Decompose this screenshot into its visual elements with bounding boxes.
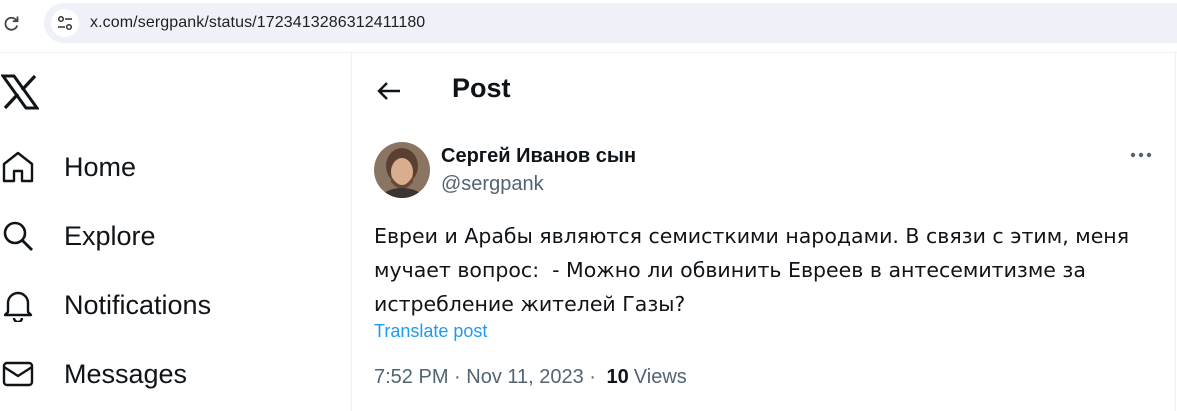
post-timestamp[interactable]: 7:52 PM · Nov 11, 2023 · xyxy=(374,366,602,389)
sidebar-item-notifications[interactable]: Notifications xyxy=(0,280,211,330)
sidebar-item-label: Messages xyxy=(64,358,188,389)
reload-icon[interactable] xyxy=(2,12,22,34)
sidebar-item-explore[interactable]: Explore xyxy=(0,211,156,261)
post-metadata: 7:52 PM · Nov 11, 2023 · 10 Views xyxy=(374,366,687,389)
views-count: 10 xyxy=(606,366,629,388)
more-options-icon[interactable] xyxy=(1124,145,1158,165)
post-text: Евреи и Арабы являются семисткими народа… xyxy=(374,224,1136,316)
x-logo-icon[interactable] xyxy=(0,73,40,111)
sidebar-item-label: Notifications xyxy=(64,289,212,320)
views-label: Views xyxy=(633,366,687,388)
home-icon xyxy=(0,149,36,185)
sidebar-item-home[interactable]: Home xyxy=(0,142,136,192)
browser-toolbar: x.com/sergpank/status/172341328631241118… xyxy=(0,0,1177,46)
main-column: Post Сергей Иванов сын @sergpank Евреи и… xyxy=(351,53,1176,411)
envelope-icon xyxy=(0,356,36,392)
url-text[interactable]: x.com/sergpank/status/172341328631241118… xyxy=(90,14,425,32)
sidebar-item-messages[interactable]: Messages xyxy=(0,349,187,399)
back-arrow-icon[interactable] xyxy=(372,74,406,108)
address-bar[interactable]: x.com/sergpank/status/172341328631241118… xyxy=(44,3,1177,43)
bell-icon xyxy=(0,287,36,323)
translate-post-link[interactable]: Translate post xyxy=(374,321,487,342)
page-title: Post xyxy=(452,73,511,103)
site-info-icon[interactable] xyxy=(51,9,79,37)
avatar[interactable] xyxy=(374,142,430,198)
sidebar-item-label: Home xyxy=(64,151,137,182)
sidebar-item-label: Explore xyxy=(64,220,156,251)
sidebar-nav: Home Explore Notifications Messages xyxy=(0,53,351,411)
search-icon xyxy=(0,218,36,254)
author-handle[interactable]: @sergpank xyxy=(441,173,544,196)
author-name[interactable]: Сергей Иванов сын xyxy=(441,145,636,168)
